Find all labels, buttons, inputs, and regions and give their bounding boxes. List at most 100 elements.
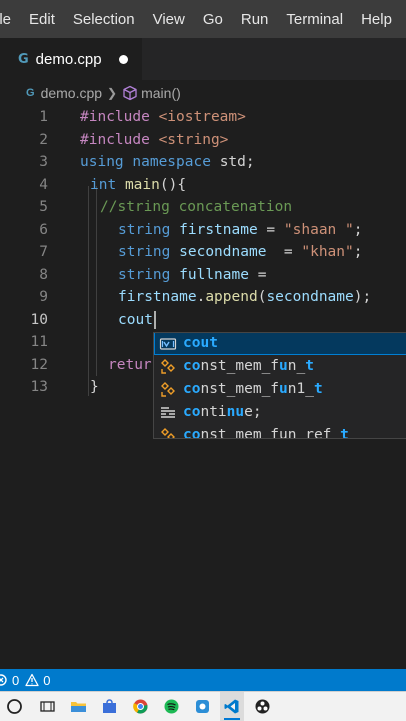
code-token: //string concatenation <box>100 199 293 215</box>
code-text: firstname.append(secondname); <box>118 286 371 309</box>
code-token: ; <box>353 221 363 238</box>
menu-item-ile[interactable]: ile <box>0 11 20 28</box>
code-line[interactable]: 7 string secondname = "khan"; <box>0 241 406 264</box>
code-text: cout <box>118 309 156 332</box>
suggestion-text: co <box>183 404 201 420</box>
suggestion-text: nst_mem_fun_ref_ <box>200 427 341 439</box>
code-token: retur <box>108 356 152 373</box>
menu-item-run[interactable]: Run <box>232 11 278 28</box>
vscode-icon[interactable] <box>223 698 240 715</box>
line-number: 11 <box>30 334 48 350</box>
code-text: #include <iostream> <box>80 106 246 129</box>
tab-demo-cpp[interactable]: G demo.cpp <box>0 38 142 80</box>
suggestion-text: co <box>183 381 201 397</box>
code-token: main <box>124 176 160 193</box>
file-explorer-icon[interactable] <box>70 698 87 715</box>
class-icon <box>159 427 177 438</box>
store-icon[interactable] <box>101 698 118 715</box>
line-number: 5 <box>39 199 48 215</box>
text-cursor <box>153 310 156 329</box>
code-token: firstname <box>118 289 197 305</box>
suggestion-item[interactable]: const_mem_fun_t <box>154 355 406 378</box>
code-token: #include <box>80 131 150 148</box>
code-line[interactable]: 4 int main(){ <box>0 174 406 197</box>
code-token: fullname <box>179 266 249 283</box>
line-number: 7 <box>39 244 48 260</box>
code-line[interactable]: 3 using namespace std; <box>0 151 406 174</box>
line-number: 6 <box>39 221 48 238</box>
code-line[interactable]: 9 firstname.append(secondname); <box>0 286 406 309</box>
code-line[interactable]: 8 string fullname = <box>0 264 406 287</box>
suggestion-text: co <box>183 427 201 439</box>
line-number: 3 <box>39 154 48 170</box>
error-count: 0 <box>12 672 20 688</box>
code-line[interactable]: 6 string firstname = "shaan "; <box>0 219 406 242</box>
suggestion-label: const_mem_fun_t <box>183 355 314 378</box>
suggestion-text: nu <box>226 404 245 420</box>
code-token: = <box>248 266 267 283</box>
menu-item-view[interactable]: View <box>144 11 194 28</box>
menu-item-edit[interactable]: Edit <box>20 11 64 28</box>
error-icon <box>0 674 7 686</box>
start-circle-icon[interactable] <box>6 698 23 715</box>
cpp-file-icon: G <box>26 87 35 99</box>
obs-icon[interactable] <box>254 698 271 715</box>
code-token: . <box>196 289 206 305</box>
breadcrumb-file[interactable]: demo.cpp <box>41 85 102 101</box>
suggestion-text: u <box>279 381 288 397</box>
chrome-icon[interactable] <box>132 698 149 715</box>
suggestion-text: nst_mem_f <box>200 381 280 397</box>
tab-bar: G demo.cpp <box>0 38 406 80</box>
suggestion-item[interactable]: cout <box>154 333 406 355</box>
suggestion-text: nti <box>200 404 227 420</box>
class-icon <box>159 381 177 399</box>
suggestion-text: e; <box>244 404 262 420</box>
code-token: = <box>266 244 302 260</box>
spotify-icon[interactable] <box>163 698 180 715</box>
line-number: 13 <box>30 379 48 395</box>
menu-item-terminal[interactable]: Terminal <box>277 11 352 28</box>
code-line[interactable]: 1 #include <iostream> <box>0 106 406 129</box>
breadcrumb-symbol[interactable]: main() <box>141 85 181 101</box>
code-token: <iostream> <box>158 109 246 125</box>
code-text: } <box>90 376 99 399</box>
code-token: using <box>80 154 124 170</box>
suggestion-item[interactable]: const_mem_fun1_t <box>154 378 406 401</box>
code-text: //string concatenation <box>100 196 292 219</box>
code-token: string <box>118 221 171 238</box>
problems-indicator[interactable]: 0 0 <box>0 673 50 688</box>
code-token: int <box>90 176 117 193</box>
code-text: string secondname = "khan"; <box>118 241 362 264</box>
code-line[interactable]: 2 #include <string> <box>0 129 406 152</box>
suggestion-text: n1_ <box>287 381 314 397</box>
code-token: string <box>118 266 171 283</box>
suggestion-label: const_mem_fun_ref_t <box>183 424 349 439</box>
code-token: = <box>257 221 284 238</box>
menu-item-go[interactable]: Go <box>194 11 232 28</box>
line-number: 4 <box>39 176 48 193</box>
code-token: "shaan " <box>283 221 354 238</box>
code-line[interactable]: 5 //string concatenation <box>0 196 406 219</box>
suggestion-item[interactable]: const_mem_fun_ref_t <box>154 424 406 439</box>
code-token: secondname <box>179 244 267 260</box>
chevron-right-icon: ❯ <box>107 86 118 100</box>
suggestion-text: t <box>313 381 323 397</box>
suggestion-label: continue; <box>183 401 262 424</box>
unsaved-dot-icon[interactable] <box>118 54 128 64</box>
menu-item-selection[interactable]: Selection <box>64 11 144 28</box>
menu-item-help[interactable]: Help <box>352 11 401 28</box>
autocomplete-suggest-widget[interactable]: cout const_mem_fun_t const_mem_fun1_t conti… <box>153 332 406 439</box>
code-text: retur <box>108 354 152 377</box>
code-line[interactable]: 10 cout <box>0 309 406 332</box>
code-text: string fullname = <box>118 264 266 287</box>
method-cube-icon <box>123 85 137 101</box>
task-view-icon[interactable] <box>39 698 56 715</box>
status-bar: 0 0 <box>0 669 406 691</box>
suggestion-item[interactable]: continue; <box>154 401 406 424</box>
code-token: ); <box>353 289 372 305</box>
code-token: firstname <box>179 221 258 238</box>
paint-app-icon[interactable] <box>194 698 211 715</box>
suggestion-text: n_ <box>287 358 306 374</box>
